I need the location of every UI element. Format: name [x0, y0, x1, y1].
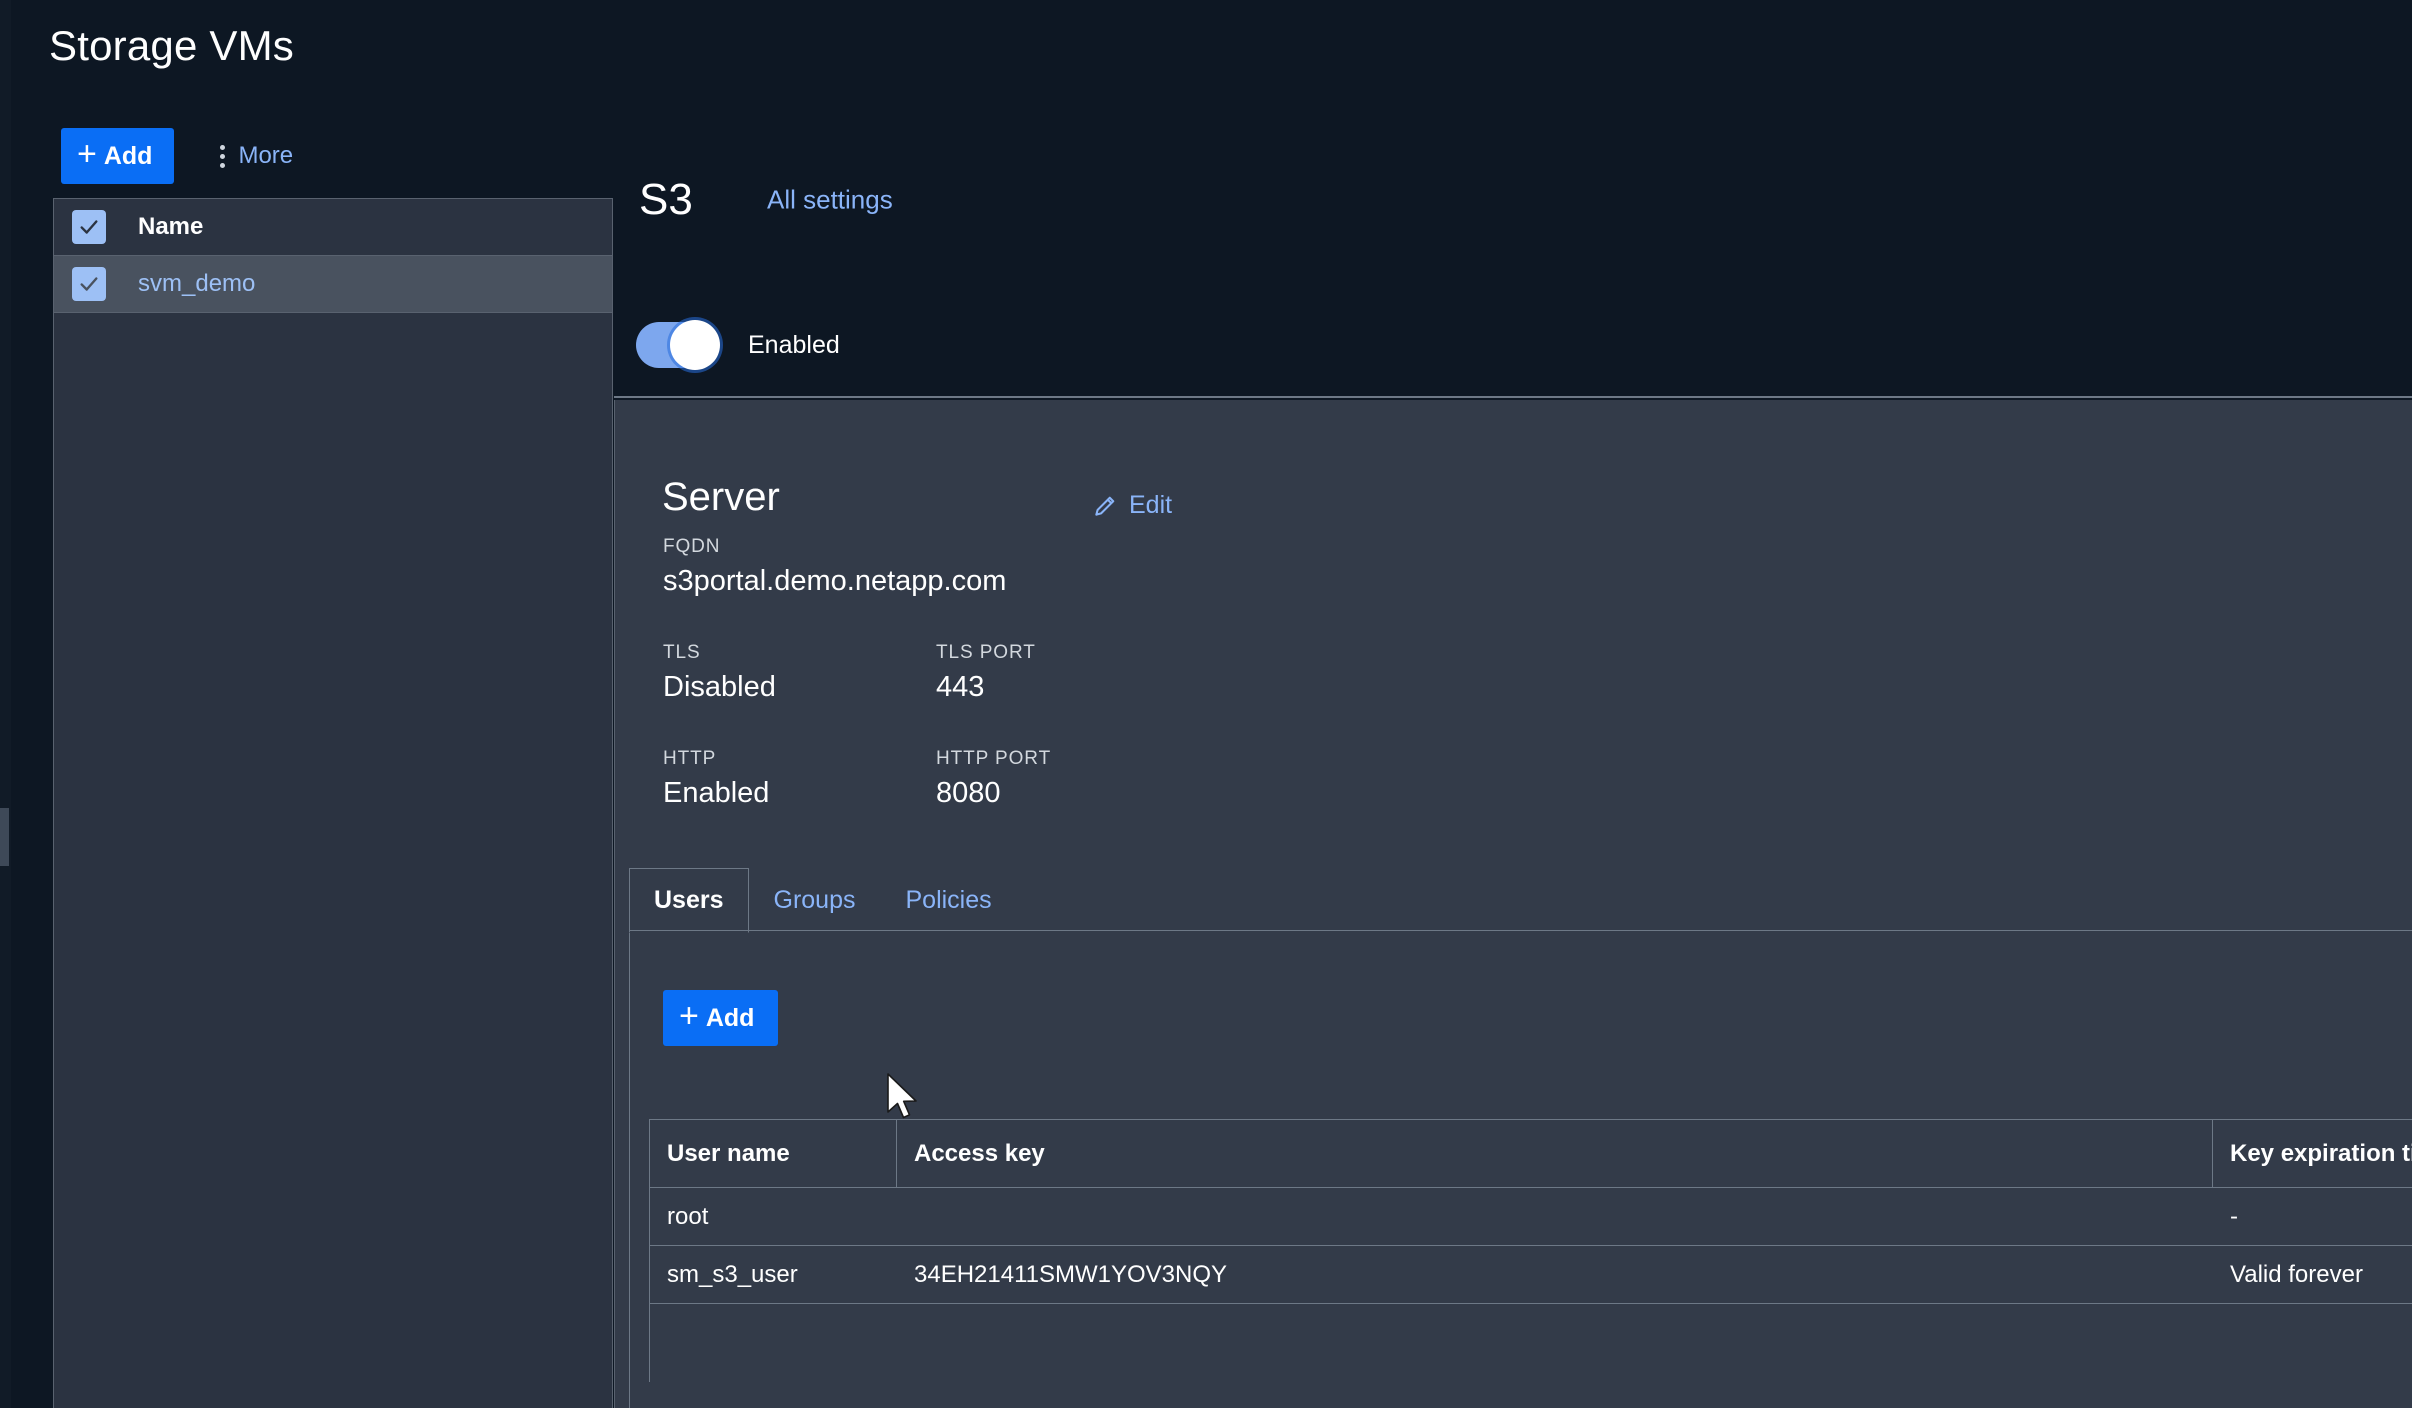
column-header-access-key: Access key	[897, 1120, 2213, 1188]
table-header-row: Name	[54, 199, 612, 256]
users-table: User name Access key Key expiration time…	[649, 1119, 2412, 1382]
field-http-value: Enabled	[663, 777, 769, 810]
cell-user-name: sm_s3_user	[650, 1261, 897, 1289]
edit-label: Edit	[1129, 491, 1172, 520]
more-button[interactable]: More	[220, 142, 293, 170]
protocol-title: S3	[639, 175, 693, 225]
page-title: Storage VMs	[49, 22, 294, 70]
detail-pane: S3 All settings Enabled Server Edit FQDN	[614, 0, 2412, 1408]
check-icon	[78, 216, 100, 238]
page-scrollbar-thumb[interactable]	[0, 808, 9, 866]
plus-icon: +	[77, 137, 97, 171]
toggle-knob	[670, 320, 720, 370]
field-fqdn-value: s3portal.demo.netapp.com	[663, 565, 1006, 598]
cell-user-name: root	[650, 1203, 897, 1231]
field-tls-port: TLS PORT 443	[936, 642, 1036, 704]
add-storage-vm-button[interactable]: + Add	[61, 128, 174, 184]
edit-server-button[interactable]: Edit	[1092, 491, 1172, 520]
server-panel: Server Edit FQDN s3portal.demo.netapp.co…	[614, 400, 2412, 1408]
row-checkbox[interactable]	[72, 267, 106, 301]
server-heading: Server	[662, 475, 780, 520]
field-http-port-label: HTTP PORT	[936, 748, 1051, 770]
tab-panel-border	[629, 930, 630, 1408]
plus-icon: +	[679, 999, 699, 1033]
field-fqdn-label: FQDN	[663, 536, 1006, 558]
field-http-port-value: 8080	[936, 777, 1051, 810]
storage-vms-table: Name svm_demo	[53, 198, 613, 1408]
s3-enable-row: Enabled	[636, 322, 840, 368]
page-scrollbar-track[interactable]	[0, 0, 11, 1408]
select-all-checkbox[interactable]	[72, 210, 106, 244]
check-icon	[78, 273, 100, 295]
table-row[interactable]: svm_demo	[54, 256, 612, 313]
s3-header: S3 All settings Enabled	[614, 0, 2412, 398]
cell-key-expiration-time: -	[2213, 1203, 2412, 1231]
tab-users[interactable]: Users	[629, 868, 749, 933]
field-http-label: HTTP	[663, 748, 769, 770]
users-table-empty-row	[650, 1304, 2412, 1382]
field-fqdn: FQDN s3portal.demo.netapp.com	[663, 536, 1006, 598]
column-header-user-name: User name	[650, 1120, 897, 1188]
kebab-menu-icon	[220, 145, 225, 168]
table-row[interactable]: sm_s3_user 34EH21411SMW1YOV3NQY Valid fo…	[650, 1246, 2412, 1304]
users-table-header: User name Access key Key expiration time	[650, 1120, 2412, 1188]
add-storage-vm-label: Add	[104, 142, 153, 171]
s3-enabled-toggle[interactable]	[636, 322, 718, 368]
table-row[interactable]: root -	[650, 1188, 2412, 1246]
add-user-label: Add	[706, 1004, 755, 1033]
s3-tabs: Users Groups Policies	[629, 868, 1017, 933]
field-tls-label: TLS	[663, 642, 776, 664]
field-tls: TLS Disabled	[663, 642, 776, 704]
tab-policies[interactable]: Policies	[880, 868, 1016, 933]
field-tls-value: Disabled	[663, 671, 776, 704]
storage-vm-name-link[interactable]: svm_demo	[138, 270, 255, 298]
column-header-key-expiration-time: Key expiration time	[2213, 1140, 2412, 1168]
left-toolbar: + Add More	[61, 128, 293, 184]
tab-groups[interactable]: Groups	[749, 868, 881, 933]
column-header-name: Name	[138, 213, 203, 241]
add-user-button[interactable]: + Add	[663, 990, 778, 1046]
table-empty-area	[54, 313, 612, 1408]
cell-access-key: 34EH21411SMW1YOV3NQY	[897, 1261, 2213, 1289]
toggle-label: Enabled	[748, 331, 840, 360]
field-http-port: HTTP PORT 8080	[936, 748, 1051, 810]
tabs-divider	[629, 930, 2412, 931]
field-tls-port-value: 443	[936, 671, 1036, 704]
app-root: Storage VMs + Add More Name	[0, 0, 2412, 1408]
all-settings-link[interactable]: All settings	[767, 185, 893, 216]
more-label: More	[238, 142, 293, 170]
cell-key-expiration-time: Valid forever	[2213, 1261, 2412, 1289]
storage-vms-pane: Storage VMs + Add More Name	[11, 0, 614, 1408]
field-tls-port-label: TLS PORT	[936, 642, 1036, 664]
pencil-icon	[1092, 493, 1118, 519]
field-http: HTTP Enabled	[663, 748, 769, 810]
